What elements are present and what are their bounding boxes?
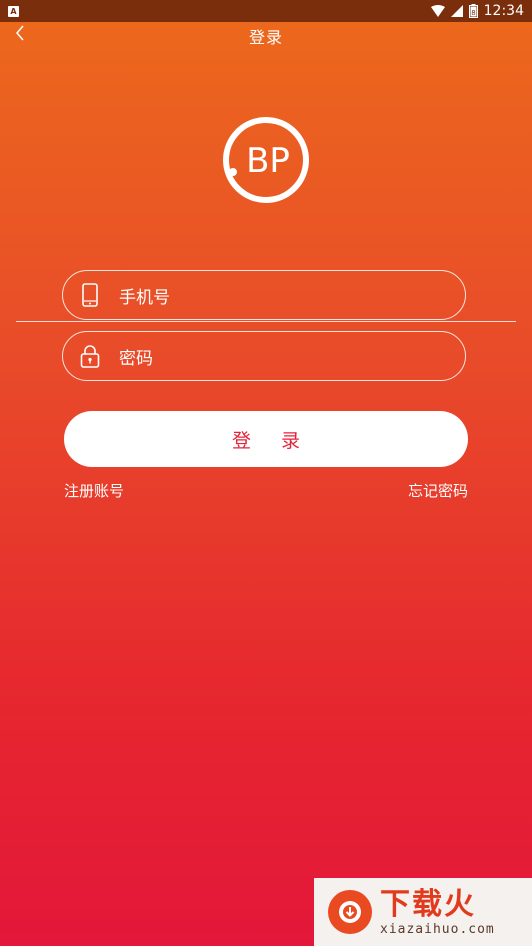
watermark-text: 下载火 (380, 886, 476, 922)
battery-icon: 8 (468, 4, 478, 18)
page-title: 登录 (248, 28, 283, 47)
password-input-placeholder[interactable]: 密码 (119, 344, 153, 369)
divider (16, 321, 516, 322)
watermark-url: xiazaihuo.com (380, 921, 495, 937)
watermark-logo-icon (328, 890, 372, 934)
password-field[interactable]: 密码 (62, 331, 466, 381)
status-time: 12:34 (483, 3, 524, 19)
wifi-icon (430, 5, 445, 17)
phone-input-placeholder[interactable]: 手机号 (119, 283, 170, 308)
phone-icon (77, 282, 103, 308)
register-link[interactable]: 注册账号 (64, 480, 124, 501)
login-button[interactable]: 登 录 (64, 411, 468, 467)
logo-text: BP (246, 141, 290, 181)
top-bar: 登录 (0, 22, 532, 47)
signal-icon (450, 5, 463, 17)
battery-level-text: 8 (471, 9, 475, 17)
lock-icon (77, 343, 103, 369)
phone-field[interactable]: 手机号 (62, 270, 466, 320)
notification-app-icon: A (8, 5, 19, 17)
forgot-password-link[interactable]: 忘记密码 (408, 480, 468, 501)
app-logo: BP (220, 114, 312, 206)
watermark: 下载火 xiazaihuo.com (314, 878, 532, 946)
status-bar: A 8 12:34 (0, 0, 532, 22)
